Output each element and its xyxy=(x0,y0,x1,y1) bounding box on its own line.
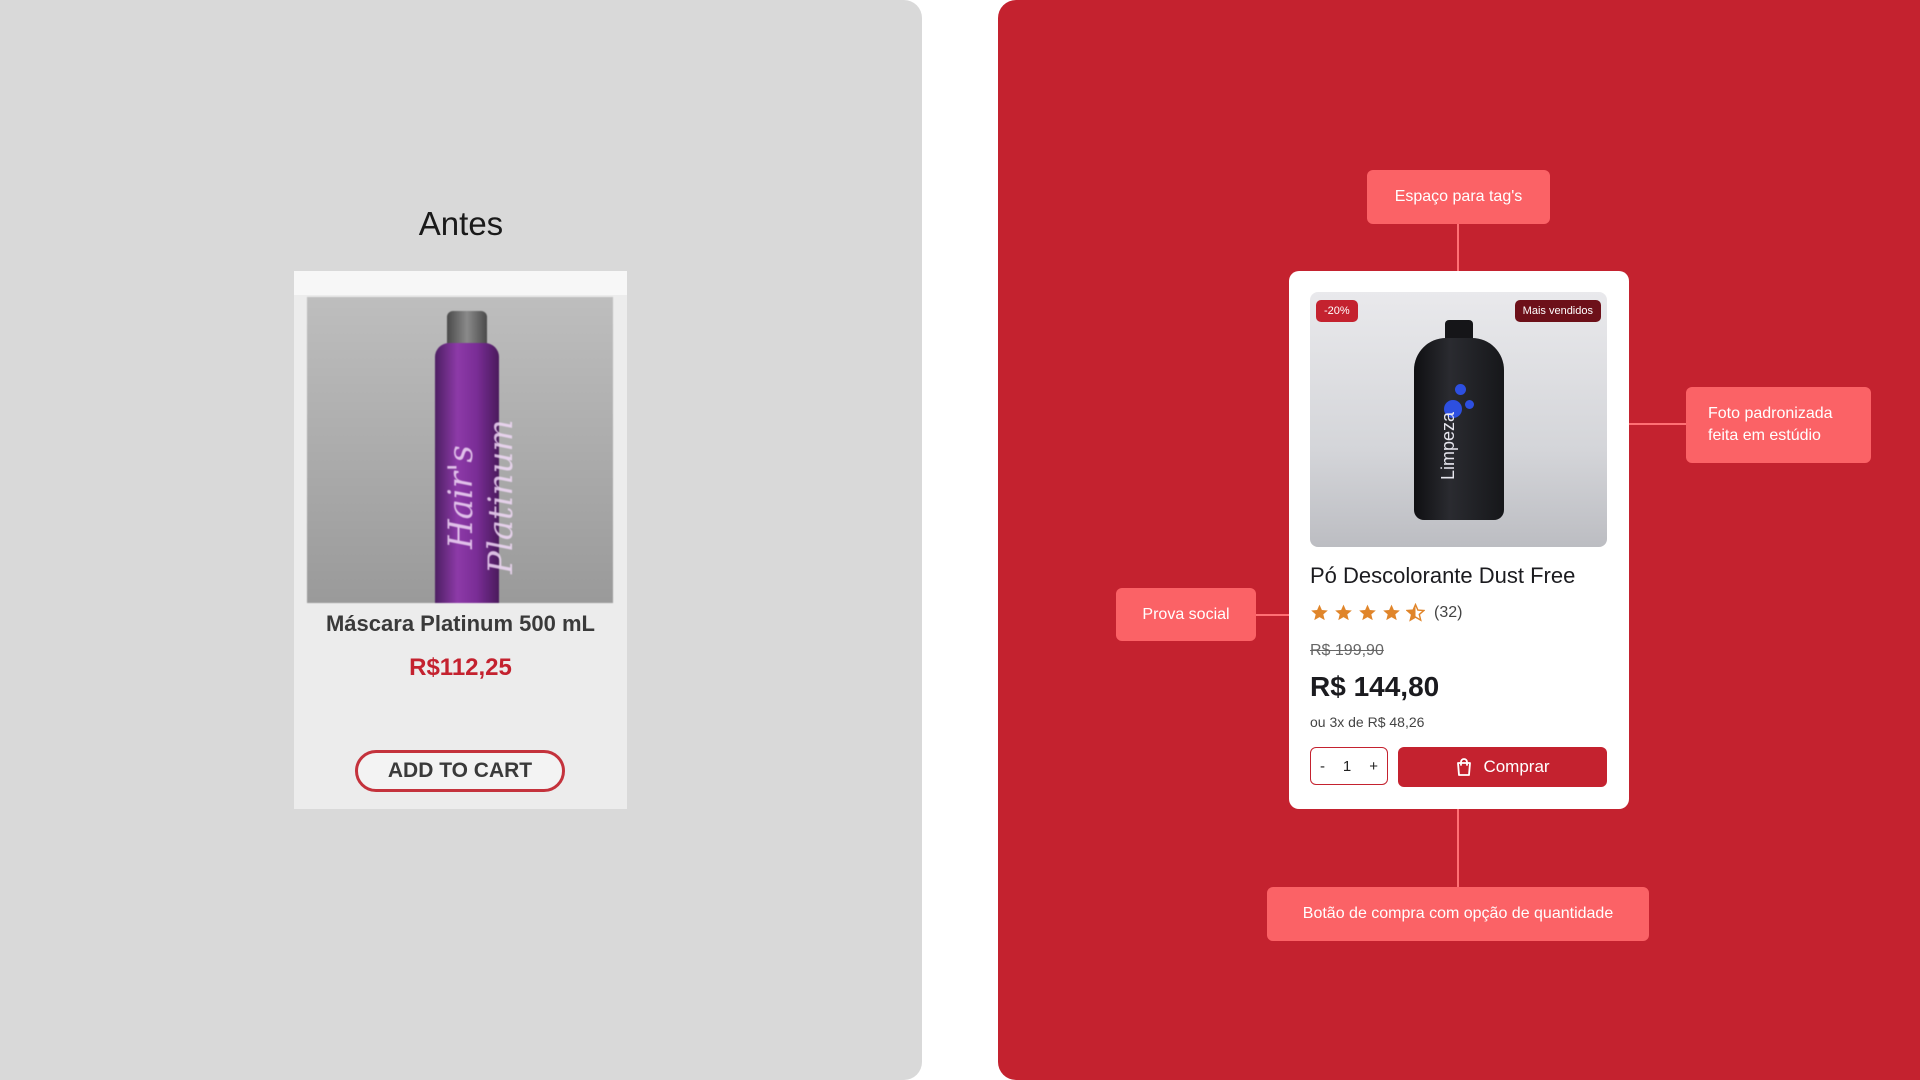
installments-text: ou 3x de R$ 48,26 xyxy=(1310,714,1425,730)
qty-minus-button[interactable]: - xyxy=(1320,758,1325,775)
buy-callout-line xyxy=(1457,802,1459,888)
original-price: R$ 199,90 xyxy=(1310,642,1384,659)
photo-callout: Foto padronizada feita em estúdio xyxy=(1686,387,1871,463)
before-panel: Antes Hair's Platinum Máscara Platinum 5… xyxy=(0,0,922,1080)
qty-value[interactable]: 1 xyxy=(1343,758,1351,775)
buy-button-label: Comprar xyxy=(1483,757,1550,776)
star-icon xyxy=(1335,604,1352,621)
quantity-stepper[interactable]: - 1 + xyxy=(1310,747,1388,785)
tags-callout: Espaço para tag's xyxy=(1367,170,1550,224)
old-product-card: Hair's Platinum Máscara Platinum 500 mL … xyxy=(294,271,627,809)
star-icon xyxy=(1383,604,1400,621)
discount-badge: -20% xyxy=(1316,300,1358,322)
rating-stars: (32) xyxy=(1310,603,1462,622)
old-product-photo: Hair's Platinum xyxy=(307,297,613,603)
old-product-price: R$112,25 xyxy=(409,654,512,681)
half-star-icon xyxy=(1406,603,1425,622)
star-icon xyxy=(1311,604,1328,621)
before-title: Antes xyxy=(418,205,504,242)
product-card[interactable]: -20% Mais vendidos Limpeza Pó Descoloran… xyxy=(1289,271,1629,809)
product-photo[interactable]: -20% Mais vendidos Limpeza xyxy=(1310,292,1607,547)
rating-count: (32) xyxy=(1434,603,1463,621)
current-price: R$ 144,80 xyxy=(1310,671,1440,702)
qty-plus-button[interactable]: + xyxy=(1369,758,1378,775)
old-photo-label: Hair's Platinum xyxy=(441,419,521,575)
social-proof-callout: Prova social xyxy=(1116,588,1256,641)
bottle-label: Limpeza xyxy=(1438,412,1458,481)
buy-callout: Botão de compra com opção de quantidade xyxy=(1267,887,1649,941)
add-to-cart-button[interactable]: ADD TO CART xyxy=(355,750,565,792)
buy-button[interactable]: Comprar xyxy=(1398,747,1607,787)
old-product-name: Máscara Platinum 500 mL xyxy=(325,611,595,636)
product-name[interactable]: Pó Descolorante Dust Free xyxy=(1310,563,1575,589)
star-icon xyxy=(1359,604,1376,621)
shopping-bag-icon xyxy=(1457,758,1472,776)
best-seller-badge: Mais vendidos xyxy=(1514,300,1601,322)
